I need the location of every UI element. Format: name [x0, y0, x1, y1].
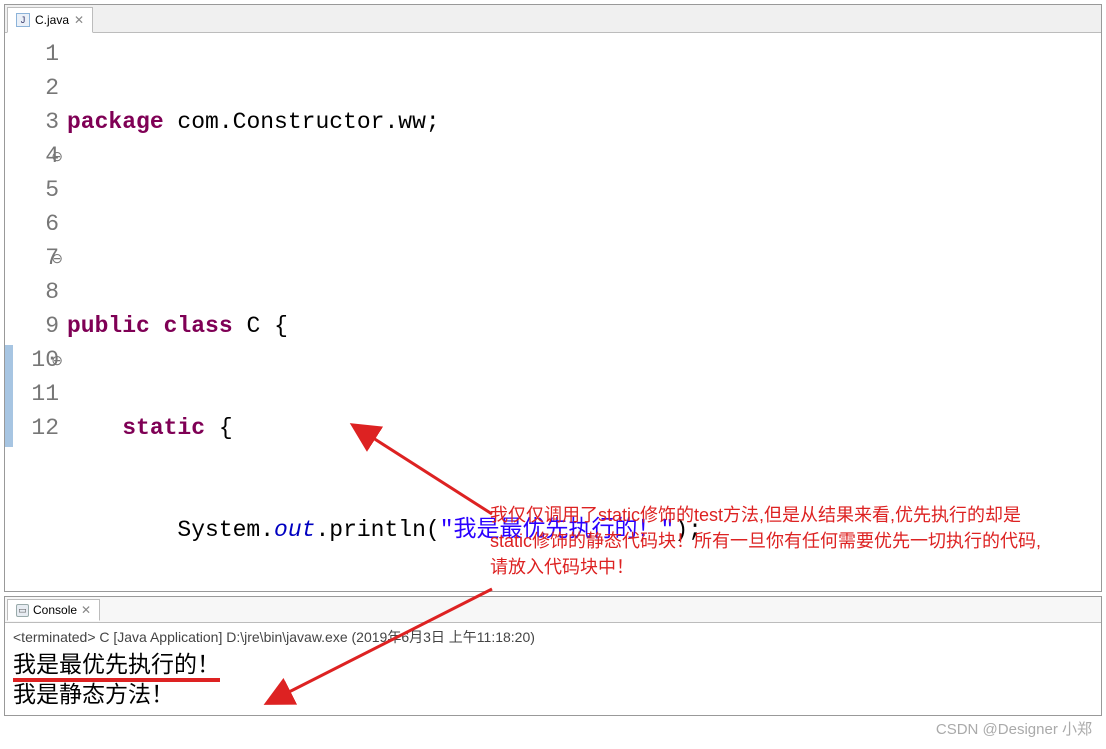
console-icon: ▭: [16, 604, 29, 617]
line-number: 4⊖: [5, 139, 59, 173]
close-tab-icon[interactable]: ✕: [81, 603, 91, 617]
console-body: <terminated> C [Java Application] D:\jre…: [5, 623, 1101, 715]
line-number: 5: [5, 173, 59, 207]
watermark: CSDN @Designer 小郑: [936, 718, 1092, 739]
line-number: 12: [5, 411, 59, 445]
line-number: 2: [5, 71, 59, 105]
tab-console[interactable]: ▭ Console ✕: [7, 599, 100, 621]
line-number: 6: [5, 207, 59, 241]
console-emphasized-output: 我是最优先执行的！: [13, 651, 220, 682]
java-file-icon: J: [16, 13, 30, 27]
line-number: 9: [5, 309, 59, 343]
fold-marker-icon: ⊖: [51, 345, 63, 379]
console-panel: ▭ Console ✕ <terminated> C [Java Applica…: [4, 596, 1102, 716]
tab-c-java[interactable]: J C.java ✕: [7, 7, 93, 33]
line-number: 1: [5, 37, 59, 71]
console-output-line: 我是最优先执行的！: [13, 649, 1093, 679]
tab-filename: C.java: [35, 13, 69, 27]
annotation-text: 我仅仅调用了static修饰的test方法,但是从结果来看,优先执行的却是sta…: [490, 502, 1050, 580]
console-tabbar: ▭ Console ✕: [5, 597, 1101, 623]
line-number: 10⊖: [5, 343, 59, 377]
close-tab-icon[interactable]: ✕: [74, 13, 84, 27]
console-launch-info: <terminated> C [Java Application] D:\jre…: [13, 625, 1093, 649]
console-output-line: 我是静态方法！: [13, 679, 1093, 709]
line-number: 3: [5, 105, 59, 139]
line-number-gutter: 1 2 3 4⊖ 5 6 7⊖ 8 9 10⊖ 11 12: [5, 37, 67, 591]
line-number: 11: [5, 377, 59, 411]
fold-marker-icon: ⊖: [51, 141, 63, 175]
line-number: 8: [5, 275, 59, 309]
console-tab-label: Console: [33, 603, 77, 617]
fold-marker-icon: ⊖: [51, 243, 63, 277]
editor-tabbar: J C.java ✕: [5, 5, 1101, 33]
line-number: 7⊖: [5, 241, 59, 275]
